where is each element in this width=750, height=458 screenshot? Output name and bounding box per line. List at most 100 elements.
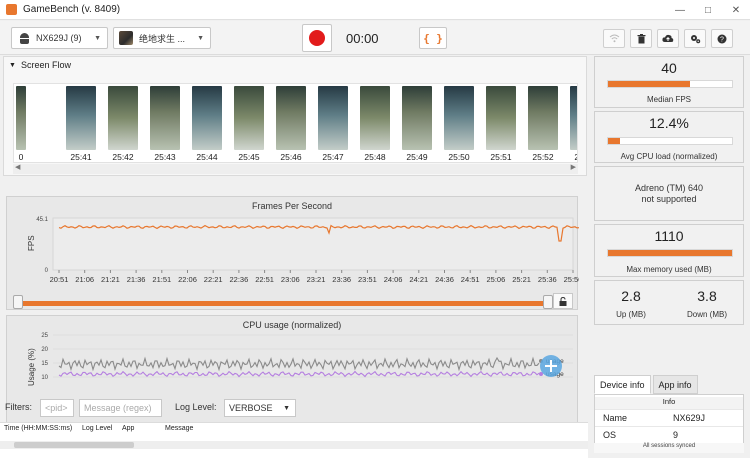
screenshot-thumbnail[interactable] — [528, 86, 558, 150]
log-scrollbar[interactable] — [0, 441, 588, 449]
fps-xtick-label: 22:06 — [178, 275, 197, 284]
screenshot-thumbnail[interactable] — [486, 86, 516, 150]
help-icon[interactable]: ? — [711, 29, 733, 48]
screenshot-thumbnail[interactable] — [192, 86, 222, 150]
record-button[interactable] — [302, 24, 332, 52]
device-dropdown[interactable]: NX629J (9) ▼ — [11, 27, 108, 49]
median-fps-bar — [607, 80, 733, 88]
timeline-start-handle[interactable] — [13, 295, 23, 309]
col-message[interactable]: Message — [165, 425, 193, 432]
close-icon[interactable]: ✕ — [722, 0, 750, 20]
fps-xtick-label: 22:21 — [204, 275, 223, 284]
tab-device-info[interactable]: Device info — [594, 375, 651, 394]
screenshot-thumbnail[interactable] — [16, 86, 26, 150]
title-bar: GameBench (v. 8409) — □ ✕ — [0, 0, 750, 20]
trash-icon[interactable] — [630, 29, 652, 48]
fps-chart[interactable]: 45.1 020:51 21:06 21:21 21:36 21:51 22:06 22:21… — [7, 197, 579, 311]
fps-xtick-label: 25:06 — [487, 275, 506, 284]
record-icon — [309, 30, 325, 46]
svg-text:?: ? — [720, 36, 724, 43]
fps-xtick-label: 24:06 — [384, 275, 403, 284]
device-info-table: Info Name NX629J OS 9 — [594, 394, 744, 444]
screenshot-thumbnail[interactable] — [66, 86, 96, 150]
screenshot-thumbnail[interactable] — [402, 86, 432, 150]
timeline-range[interactable] — [17, 301, 547, 306]
screenshot-thumbnail[interactable] — [570, 86, 577, 150]
session-timer: 00:00 — [346, 31, 379, 46]
fps-chart-panel: Frames Per Second FPS 45.1 0 20:51 21:06 21:… — [6, 196, 579, 311]
gpu-name: Adreno (TM) 640 — [634, 183, 704, 193]
screenshot-time-label: 25:46 — [280, 152, 302, 162]
fps-xtick-label: 25:21 — [512, 275, 531, 284]
gpu-card: Adreno (TM) 640 not supported — [594, 166, 744, 221]
fps-xtick-label: 24:51 — [461, 275, 480, 284]
chevron-down-icon: ▼ — [94, 34, 101, 42]
screenshot-time-label: 25:51 — [490, 152, 512, 162]
avg-cpu-value: 12.4% — [649, 115, 689, 131]
screenshot-thumbnail[interactable] — [108, 86, 138, 150]
fps-xtick-label: 24:36 — [435, 275, 454, 284]
fps-xtick-label: 23:36 — [332, 275, 351, 284]
screen-flow-scrollbar[interactable]: ◀ ▶ — [13, 164, 578, 174]
down-label: Down (MB) — [686, 310, 727, 319]
minimize-icon[interactable]: — — [666, 0, 694, 20]
fps-xtick-label: 23:06 — [281, 275, 300, 284]
col-app[interactable]: App — [122, 425, 134, 432]
screenshot-time-label: 0 — [18, 152, 24, 162]
wifi-icon[interactable] — [603, 29, 625, 48]
android-icon — [19, 32, 30, 44]
screenshot-strip[interactable]: 0 25:41 25:42 25:43 25:44 25:45 25:46 25:47 25:4… — [13, 83, 578, 163]
fps-ytick-label: 0 — [45, 268, 49, 274]
down-value: 3.8 — [697, 288, 717, 304]
screenshot-time-label: 25:44 — [196, 152, 218, 162]
log-level-label: Log Level: — [175, 402, 217, 412]
median-fps-label: Median FPS — [646, 95, 692, 104]
info-tabs: Device info App info — [594, 375, 700, 394]
screenshot-time-label: 25:53 — [564, 152, 577, 162]
log-filters: Filters: <pid> Message (regex) Log Level… — [0, 397, 588, 419]
fps-xtick-label: 22:36 — [230, 275, 249, 284]
log-scroll-thumb[interactable] — [14, 442, 134, 448]
message-input[interactable]: Message (regex) — [79, 399, 162, 417]
fps-xtick-label: 25:50 — [564, 275, 579, 284]
timeline-end-handle[interactable] — [543, 295, 553, 309]
fps-xtick-label: 20:51 — [50, 275, 69, 284]
screenshot-time-label: 25:47 — [322, 152, 344, 162]
info-key: OS — [603, 430, 617, 440]
fps-xtick-label: 21:06 — [75, 275, 94, 284]
screenshot-thumbnail[interactable] — [234, 86, 264, 150]
avg-cpu-bar-fill — [608, 138, 621, 144]
cloud-upload-icon[interactable] — [657, 29, 679, 48]
game-dropdown[interactable]: 绝地求生 ... ▼ — [113, 27, 211, 49]
screen-flow-header[interactable]: ▼ Screen Flow — [9, 60, 71, 70]
screenshot-thumbnail[interactable] — [276, 86, 306, 150]
cpu-ytick-label: 15 — [41, 361, 48, 367]
col-level[interactable]: Log Level — [82, 425, 112, 432]
app-logo-icon — [6, 4, 17, 15]
screenshot-thumbnail[interactable] — [360, 86, 390, 150]
scroll-left-icon[interactable]: ◀ — [15, 163, 20, 171]
cpu-ytick-label: 20 — [41, 347, 48, 353]
col-time[interactable]: Time (HH:MM:SS:ms) — [4, 425, 72, 432]
chevron-down-icon: ▼ — [197, 34, 204, 42]
screen-flow-panel: ▼ Screen Flow 0 25:41 25:42 25:43 25:44 25:45… — [3, 56, 587, 176]
tab-app-info[interactable]: App info — [652, 375, 698, 394]
screenshot-time-label: 25:49 — [406, 152, 428, 162]
markers-button[interactable]: { } — [419, 27, 447, 49]
screenshot-thumbnail[interactable] — [150, 86, 180, 150]
screenshot-thumbnail[interactable] — [444, 86, 474, 150]
maximize-icon[interactable]: □ — [694, 0, 722, 20]
log-level-select[interactable]: VERBOSE ▼ — [224, 399, 296, 417]
pid-input[interactable]: <pid> — [40, 399, 74, 417]
settings-icon[interactable] — [684, 29, 706, 48]
fps-xtick-label: 25:36 — [538, 275, 557, 284]
fps-plot-area — [52, 217, 574, 271]
screenshot-thumbnail[interactable] — [318, 86, 348, 150]
max-memory-value: 1110 — [654, 228, 684, 244]
screenshot-time-label: 25:52 — [532, 152, 554, 162]
game-label: 绝地求生 ... — [139, 33, 186, 44]
collapse-icon: ▼ — [9, 61, 16, 69]
scroll-right-icon[interactable]: ▶ — [571, 163, 576, 171]
fps-ytick-label: 45.1 — [36, 217, 48, 223]
gpu-status: not supported — [641, 194, 697, 204]
